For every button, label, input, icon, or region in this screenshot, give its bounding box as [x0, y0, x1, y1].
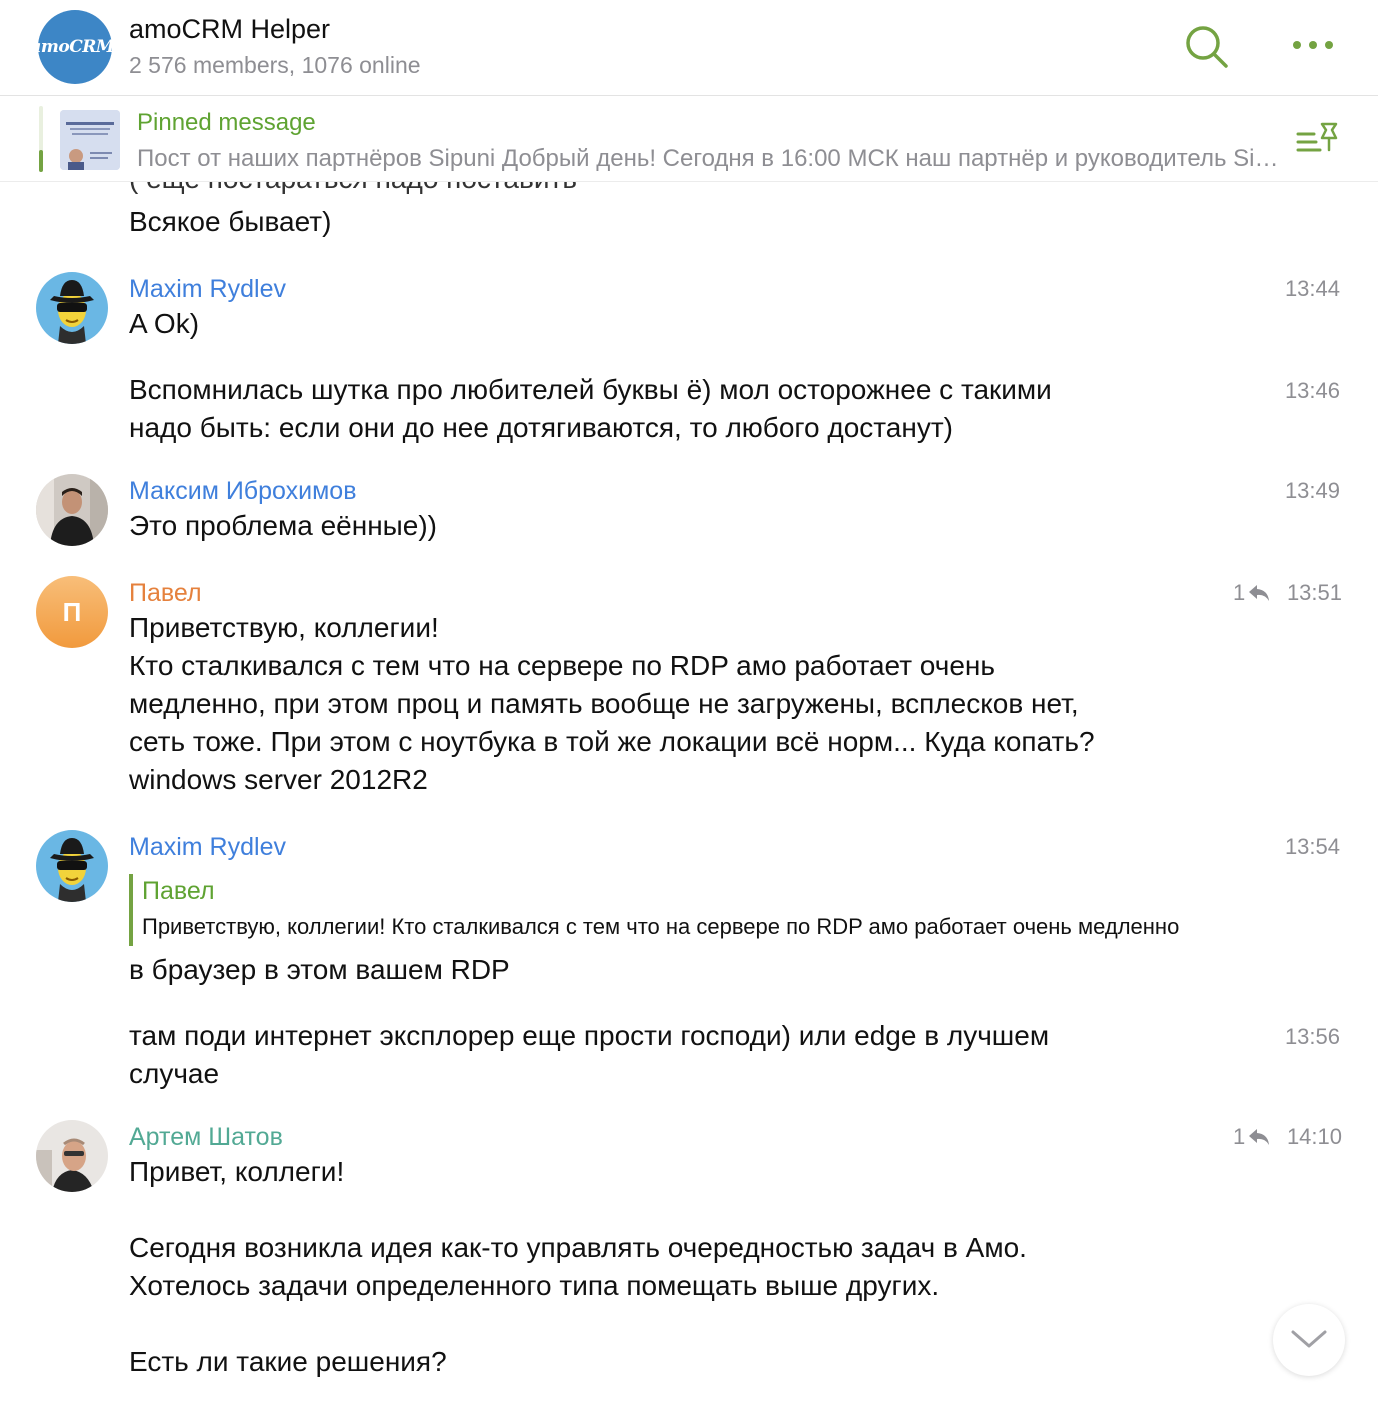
message-time: 14:10	[1286, 1124, 1342, 1149]
message-text: Приветствую, коллегии! Кто сталкивался с…	[129, 612, 1095, 795]
chat-title[interactable]: amoCRM Helper	[129, 14, 330, 45]
message-text: Всякое бывает)	[129, 206, 332, 237]
message-list[interactable]: ( еще постараться надо поставить Всякое …	[0, 0, 1378, 1404]
avatar-maksim-ibrokhimov[interactable]	[36, 474, 108, 546]
message-time: 13:56	[1284, 1024, 1340, 1049]
reply-count[interactable]: 1	[1233, 580, 1271, 606]
scroll-down-button[interactable]	[1273, 1304, 1345, 1376]
reply-icon	[1249, 1129, 1270, 1145]
pinned-thumbnail	[60, 110, 120, 170]
message-text: Это проблема eённые))	[129, 510, 437, 541]
chat-avatar[interactable]: amoCRM.	[30, 10, 120, 84]
pinned-list-button[interactable]	[1294, 120, 1342, 160]
message-text: A Ok)	[129, 308, 200, 339]
message-text: в браузер в этом вашем RDP	[129, 954, 510, 985]
message-time: 13:54	[1284, 834, 1340, 859]
chat-header: amoCRM. amoCRM Helper 2 576 members, 107…	[0, 0, 1378, 96]
quote-text: Приветствую, коллегии! Кто сталкивался с…	[142, 914, 1180, 939]
reply-count-value: 1	[1233, 580, 1246, 605]
message-time: 13:49	[1284, 478, 1340, 503]
sender-name[interactable]: Maxim Rydlev	[129, 275, 286, 304]
avatar-artem-shatov[interactable]	[36, 1120, 108, 1192]
chevron-down-icon	[1291, 1330, 1327, 1348]
sender-name[interactable]: Артем Шатов	[129, 1123, 283, 1152]
quote-sender: Павел	[142, 877, 215, 905]
more-button[interactable]	[1288, 30, 1338, 60]
avatar-maxim-rydlev[interactable]	[36, 830, 108, 902]
pin-list-icon	[1296, 122, 1338, 152]
search-button[interactable]	[1182, 22, 1230, 70]
message-text: Вспомнилась шутка про любителей буквы ё)…	[129, 374, 1052, 443]
sender-name[interactable]: Maxim Rydlev	[129, 833, 286, 862]
reply-count-value: 1	[1233, 1124, 1246, 1149]
message-text: там поди интернет эксплорер еще прости г…	[129, 1020, 1050, 1089]
chat-subtitle: 2 576 members, 1076 online	[129, 52, 421, 78]
pinned-title: Pinned message	[137, 109, 316, 136]
reply-count[interactable]: 1	[1233, 1124, 1271, 1150]
message-time: 13:44	[1284, 276, 1340, 301]
avatar-pavel[interactable]: П	[36, 576, 108, 648]
message-text: Привет, коллеги! Сегодня возникла идея к…	[129, 1156, 1027, 1377]
pinned-message[interactable]: Pinned message Пост от наших партнёров S…	[0, 96, 1378, 182]
pinned-indicator-active	[39, 150, 43, 172]
message-time: 13:46	[1284, 378, 1340, 403]
avatar-maxim-rydlev[interactable]	[36, 272, 108, 344]
reply-quote[interactable]: Павел Приветствую, коллегии! Кто сталкив…	[129, 874, 1229, 946]
search-icon	[1186, 26, 1228, 68]
reply-icon	[1249, 585, 1270, 601]
sender-name[interactable]: Максим Иброхимов	[129, 477, 356, 506]
sender-name[interactable]: Павел	[129, 579, 202, 608]
more-dots-icon	[1293, 41, 1333, 49]
pinned-text: Пост от наших партнёров Sipuni Добрый де…	[137, 145, 1282, 172]
message-time: 13:51	[1286, 580, 1342, 605]
